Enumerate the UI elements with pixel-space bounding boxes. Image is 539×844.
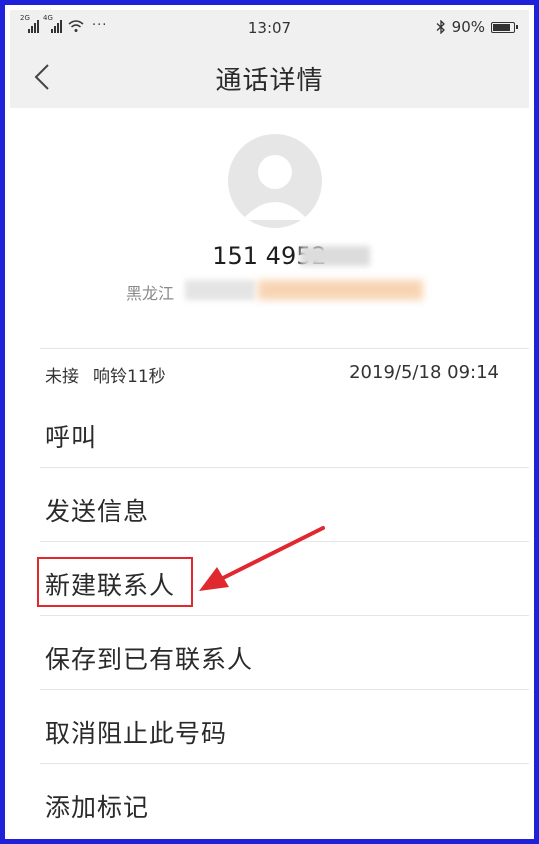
phone-screen: 2G 4G ··· 13:07 90% 通话详情 151 4952 黑龙江 未接…: [10, 10, 529, 834]
divider: [40, 348, 529, 349]
contact-avatar: [228, 134, 322, 228]
menu-item-save-to-existing-contact[interactable]: 保存到已有联系人: [10, 616, 529, 690]
redacted-tag: [258, 280, 423, 300]
call-log-entry: 未接 响铃11秒 2019/5/18 09:14: [45, 360, 499, 388]
screenshot-frame: 2G 4G ··· 13:07 90% 通话详情 151 4952 黑龙江 未接…: [0, 0, 539, 844]
menu-item-label: 取消阻止此号码: [45, 719, 228, 748]
annotation-arrow-icon: [199, 526, 325, 591]
call-status: 未接: [45, 367, 79, 387]
ring-duration: 响铃11秒: [93, 367, 166, 387]
menu-item-call[interactable]: 呼叫: [10, 394, 529, 468]
redacted-region: [300, 246, 370, 266]
page-title: 通话详情: [215, 66, 324, 96]
battery-icon: [491, 21, 518, 33]
bluetooth-icon: [436, 20, 445, 34]
action-list: 呼叫 发送信息 新建联系人 保存到已有联系人 取消阻止此号码 添加标记: [10, 394, 529, 834]
battery-percent: 90%: [451, 18, 485, 36]
menu-item-label: 添加标记: [45, 793, 150, 822]
menu-item-label: 发送信息: [45, 497, 150, 526]
person-icon: [242, 155, 308, 220]
title-bar: 通话详情: [10, 46, 529, 108]
menu-item-label: 保存到已有联系人: [45, 645, 254, 674]
status-bar: 2G 4G ··· 13:07 90%: [10, 10, 529, 46]
status-right: 90%: [436, 18, 518, 36]
menu-item-unblock-number[interactable]: 取消阻止此号码: [10, 690, 529, 764]
menu-item-add-tag[interactable]: 添加标记: [10, 764, 529, 834]
call-datetime: 2019/5/18 09:14: [349, 362, 499, 383]
phone-number: 151 4952: [212, 242, 327, 270]
menu-item-label: 呼叫: [45, 423, 98, 452]
annotation-highlight-box: [37, 557, 193, 607]
redacted-region: [185, 280, 255, 300]
number-location: 黑龙江: [126, 284, 175, 303]
